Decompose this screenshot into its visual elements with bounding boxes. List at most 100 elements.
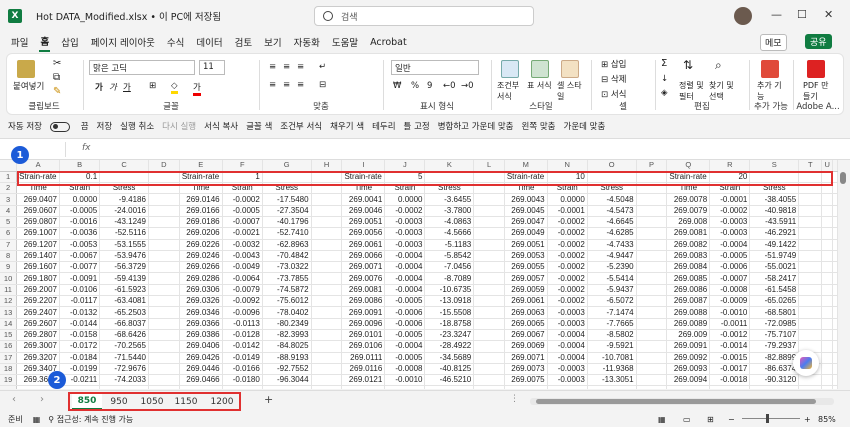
cell[interactable] (798, 193, 823, 206)
cell[interactable]: -82.3993 (262, 329, 312, 342)
cell[interactable]: -49.1422 (749, 239, 800, 251)
cell[interactable] (798, 318, 823, 330)
cell[interactable]: -0.0003 (384, 227, 426, 240)
align-middle-icon[interactable]: ≡ (283, 62, 290, 72)
cell[interactable] (636, 385, 668, 389)
menu-page-layout[interactable]: 페이지 레이아웃 (90, 33, 156, 51)
cell[interactable]: -0.0004 (384, 340, 426, 353)
delete-cells-button[interactable]: ⊟ 삭제 (601, 73, 626, 85)
cell[interactable]: 269.0206 (179, 227, 223, 240)
avatar[interactable] (734, 7, 752, 25)
cell[interactable] (311, 385, 343, 389)
cell[interactable]: -8.7089 (424, 272, 475, 285)
cell[interactable]: -96.3044 (262, 374, 312, 387)
zoom-in-icon[interactable]: + (804, 415, 811, 424)
cell[interactable] (821, 318, 833, 330)
cell[interactable] (821, 374, 833, 387)
cell[interactable]: -0.0003 (547, 363, 588, 376)
cell[interactable]: 269.0081 (666, 227, 711, 240)
cell[interactable] (821, 216, 833, 229)
cell[interactable]: 269.0057 (504, 272, 548, 285)
cell[interactable]: 269.0094 (666, 374, 711, 387)
font-size-select[interactable]: 11 (199, 60, 225, 75)
cell[interactable] (99, 385, 149, 389)
cell[interactable] (636, 295, 668, 308)
cell[interactable]: -40.1796 (262, 216, 312, 229)
cell[interactable]: -0.0004 (384, 272, 426, 285)
cell[interactable]: -56.3729 (99, 261, 149, 274)
menu-formulas[interactable]: 수식 (166, 33, 185, 51)
cell[interactable] (636, 250, 668, 263)
italic-icon[interactable]: 가 (109, 81, 117, 93)
page-layout-view-icon[interactable]: ▭ (683, 415, 691, 424)
cell[interactable] (821, 284, 833, 297)
cell[interactable] (636, 318, 668, 330)
cell[interactable]: -72.9676 (99, 363, 149, 376)
cell[interactable]: -71.5440 (99, 352, 149, 364)
cell[interactable] (222, 385, 263, 389)
cell[interactable]: 0.0000 (59, 193, 101, 206)
cell[interactable]: -0.0015 (709, 352, 751, 364)
column-header[interactable]: J (384, 160, 426, 172)
cell[interactable]: -0.0008 (709, 284, 751, 297)
cell[interactable] (504, 385, 548, 389)
cell[interactable]: 269.0071 (341, 261, 386, 274)
cell[interactable]: 269.0089 (666, 318, 711, 330)
autosave-toggle[interactable]: 끔 (49, 120, 89, 132)
cell[interactable] (148, 250, 180, 263)
format-table-icon[interactable] (531, 60, 549, 78)
cell[interactable] (636, 374, 668, 387)
cell[interactable] (587, 385, 637, 389)
menu-file[interactable]: 파일 (10, 33, 29, 51)
cell[interactable]: -0.0005 (384, 295, 426, 308)
cell[interactable] (311, 352, 343, 364)
row-header[interactable]: 1 (0, 171, 18, 184)
cell[interactable]: 269.0092 (666, 352, 711, 364)
cell[interactable]: 269.2407 (16, 306, 60, 319)
cell[interactable]: 269.1607 (16, 261, 60, 274)
cell[interactable]: 269.0041 (341, 193, 386, 206)
align-top-icon[interactable]: ≡ (269, 62, 276, 72)
insert-cells-button[interactable]: ⊞ 삽입 (601, 58, 626, 70)
cell[interactable]: -74.5872 (262, 284, 312, 297)
cell[interactable] (636, 272, 668, 285)
cell[interactable]: 269.2607 (16, 318, 60, 330)
cell[interactable]: -18.8758 (424, 318, 475, 330)
cell[interactable]: -86.6374 (749, 363, 800, 376)
qat-redo[interactable]: 다시 실행 (162, 120, 196, 132)
fx-icon[interactable]: fx (82, 143, 91, 153)
row-header[interactable]: 19 (0, 374, 18, 387)
row-header[interactable]: 7 (0, 239, 18, 251)
cell[interactable] (384, 385, 426, 389)
cell[interactable]: -4.6645 (587, 216, 637, 229)
cell[interactable]: -23.3247 (424, 329, 475, 342)
cell[interactable]: -0.0002 (547, 227, 588, 240)
cell[interactable]: -0.0002 (547, 216, 588, 229)
fill-icon[interactable]: ↓ (661, 74, 668, 84)
cell[interactable]: -0.0003 (709, 216, 751, 229)
search-input[interactable]: 검색 (314, 6, 534, 26)
cell[interactable]: -6.5072 (587, 295, 637, 308)
row-header[interactable]: 18 (0, 363, 18, 376)
cell[interactable] (148, 284, 180, 297)
cell[interactable]: 269.0326 (179, 295, 223, 308)
cell[interactable] (311, 205, 343, 217)
cell[interactable]: -24.0016 (99, 205, 149, 217)
align-center-icon[interactable]: ≡ (283, 80, 290, 90)
cell[interactable]: -0.0113 (222, 318, 263, 330)
cell[interactable]: -0.0003 (547, 318, 588, 330)
cell[interactable]: -43.5911 (749, 216, 800, 229)
sort-filter-button[interactable]: 정렬 및 필터 (679, 80, 705, 102)
cell[interactable] (311, 227, 343, 240)
cell[interactable]: 269.0466 (179, 374, 223, 387)
cell[interactable]: -0.0009 (709, 295, 751, 308)
decrease-decimal-icon[interactable]: →0 (461, 81, 474, 91)
cell[interactable] (473, 306, 505, 319)
cell[interactable]: -0.0018 (709, 374, 751, 387)
cell[interactable]: 269.0426 (179, 352, 223, 364)
percent-icon[interactable]: % (411, 81, 419, 91)
qat-font-color[interactable]: 글꼴 색 (246, 120, 272, 132)
cell[interactable] (311, 216, 343, 229)
cell[interactable]: -0.0004 (547, 352, 588, 364)
cell[interactable] (311, 318, 343, 330)
